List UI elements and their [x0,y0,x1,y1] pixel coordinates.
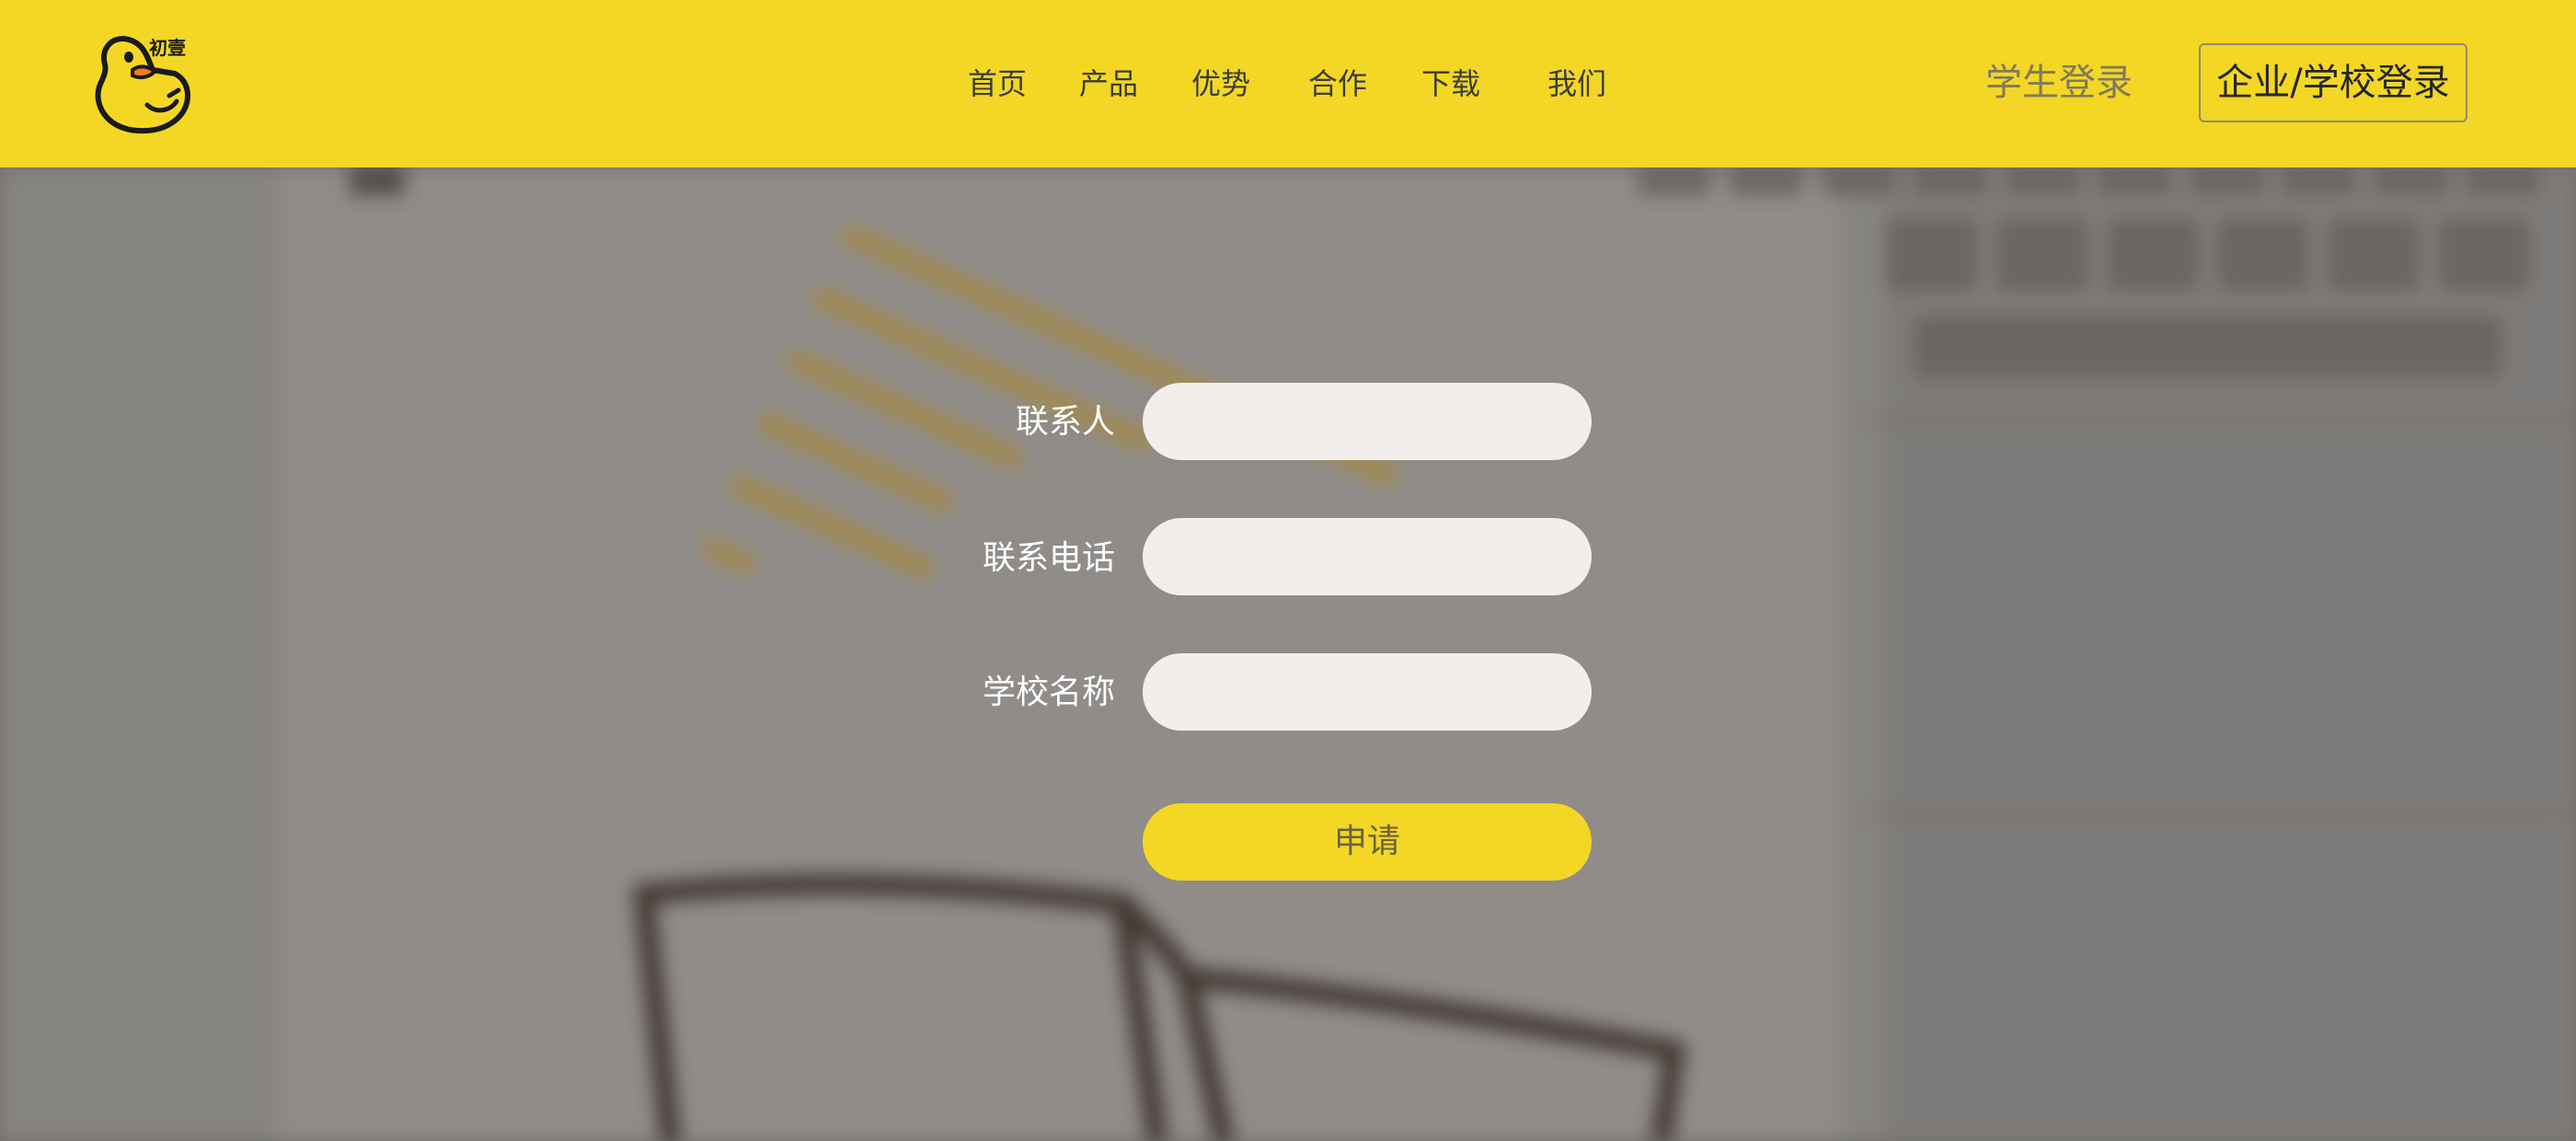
duck-logo-icon [95,36,190,134]
contact-person-input[interactable] [1143,383,1592,460]
nav-item-cooperation[interactable]: 合作 [1308,63,1367,105]
nav-item-products[interactable]: 产品 [1079,63,1138,105]
contact-phone-label: 联系电话 [982,539,1115,577]
nav-item-home[interactable]: 首页 [968,63,1027,105]
contact-phone-input[interactable] [1143,518,1592,595]
org-school-login-button[interactable]: 企业/学校登录 [2199,43,2467,122]
student-login-link[interactable]: 学生登录 [1985,57,2133,109]
nav-item-advantages[interactable]: 优势 [1191,63,1250,105]
brand-logo[interactable]: 初壹 [92,29,202,140]
school-name-label: 学校名称 [982,674,1115,711]
application-form: 联系人 联系电话 学校名称 申请 [0,0,2576,1141]
logo-text: 初壹 [149,37,186,59]
nav-item-download[interactable]: 下载 [1421,63,1480,105]
contact-person-label: 联系人 [1015,403,1115,441]
nav-item-about[interactable]: 我们 [1547,63,1606,105]
main-nav: 首页 产品 优势 合作 下载 我们 [0,0,2576,167]
top-header: 初壹 首页 产品 优势 合作 下载 我们 学生登录 企业/学校登录 [0,0,2576,167]
school-name-input[interactable] [1143,653,1592,731]
page: 初壹 首页 产品 优势 合作 下载 我们 学生登录 企业/学校登录 联系人 联系… [0,0,2576,1141]
apply-button[interactable]: 申请 [1143,803,1592,881]
